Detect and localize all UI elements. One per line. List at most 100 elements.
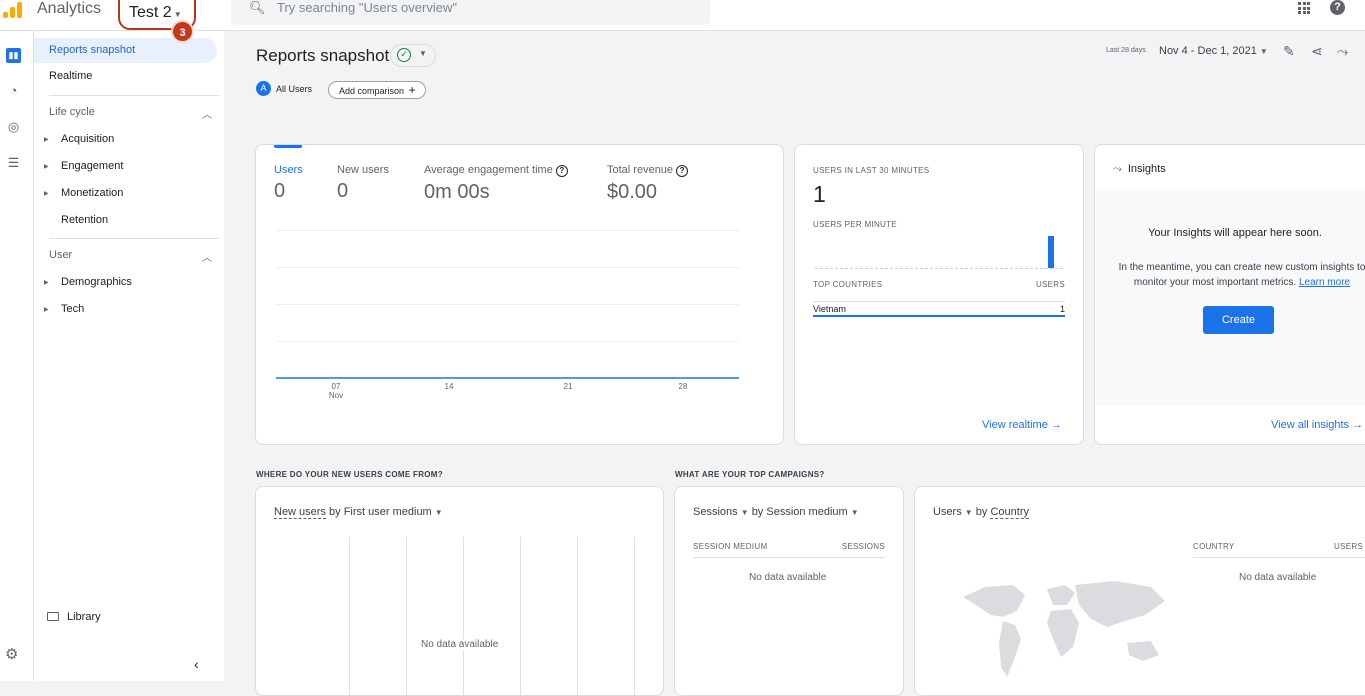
nav-item-reports-snapshot[interactable]: Reports snapshot bbox=[34, 38, 217, 63]
top-countries-label: TOP COUNTRIES bbox=[813, 280, 883, 289]
comparison-avatar: A bbox=[256, 81, 271, 96]
create-insight-button[interactable]: Create bbox=[1203, 306, 1274, 334]
grid-line bbox=[520, 537, 521, 695]
nav-item-engagement[interactable]: ▶ Engagement bbox=[44, 160, 123, 172]
grid-line bbox=[577, 537, 578, 695]
nav-item-tech[interactable]: ▶ Tech bbox=[44, 303, 85, 315]
caret-down-icon: ▼ bbox=[850, 508, 859, 517]
nav-item-retention[interactable]: Retention bbox=[61, 214, 108, 226]
caret-down-icon: ▼ bbox=[740, 508, 749, 517]
nav-item-acquisition[interactable]: ▶ Acquisition bbox=[44, 133, 114, 145]
nav-divider bbox=[49, 95, 219, 96]
explore-icon[interactable]: ◔ bbox=[6, 83, 21, 98]
account-name: Test 2 bbox=[129, 4, 172, 21]
new-users-dimension-selector[interactable]: New users by First user medium ▼ bbox=[274, 506, 443, 519]
metric-tab-users[interactable]: Users 0 bbox=[274, 164, 303, 203]
folder-icon bbox=[47, 612, 59, 621]
chevron-up-icon: ︿ bbox=[202, 110, 212, 121]
metric-selector: New users bbox=[274, 506, 326, 519]
caret-down-icon: ▼ bbox=[964, 508, 973, 517]
share-icon[interactable]: ⋖ bbox=[1311, 43, 1323, 60]
metric-label: Total revenue bbox=[607, 164, 674, 176]
selected-tab-indicator bbox=[274, 145, 302, 148]
insights-card: ⤳ Insights Your Insights will appear here… bbox=[1094, 144, 1365, 445]
learn-more-link[interactable]: Learn more bbox=[1299, 277, 1350, 288]
nav-item-demographics[interactable]: ▶ Demographics bbox=[44, 276, 132, 288]
grid-line bbox=[634, 537, 635, 695]
expand-triangle-icon: ▶ bbox=[44, 191, 49, 197]
country-dimension-selector[interactable]: Users ▼ by Country bbox=[933, 506, 1029, 519]
per-minute-bar bbox=[1047, 236, 1054, 268]
campaigns-card: Sessions ▼ by Session medium ▼ SESSION M… bbox=[674, 486, 904, 696]
nav-section-life-cycle[interactable]: Life cycle ︿ bbox=[49, 106, 212, 121]
arrow-right-icon: → bbox=[1050, 419, 1062, 431]
add-comparison-button[interactable]: Add comparison + bbox=[328, 81, 426, 99]
link-label: View realtime bbox=[982, 419, 1048, 431]
nav-item-library[interactable]: Library bbox=[47, 611, 101, 623]
insights-trend-icon[interactable]: ⤳ bbox=[1337, 43, 1348, 60]
metric-value: 0 bbox=[337, 180, 349, 202]
country-card: Users ▼ by Country COUNTRY USERS No data… bbox=[914, 486, 1365, 696]
view-realtime-link[interactable]: View realtime → bbox=[982, 419, 1062, 431]
x-tick-label: 07 Nov bbox=[328, 382, 344, 400]
arrow-right-icon: → bbox=[1352, 419, 1364, 431]
metric-value: $0.00 bbox=[607, 181, 658, 203]
campaigns-dimension-selector[interactable]: Sessions ▼ by Session medium ▼ bbox=[693, 506, 859, 518]
no-data-text: No data available bbox=[1239, 572, 1317, 583]
nav-item-realtime[interactable]: Realtime bbox=[34, 64, 217, 89]
advertising-icon[interactable]: ◎ bbox=[6, 119, 21, 134]
view-all-insights-link[interactable]: View all insights → bbox=[1271, 419, 1363, 431]
metric-value: 0m 00s bbox=[424, 181, 490, 203]
metric-tab-avg-engagement[interactable]: Average engagement time? 0m 00s bbox=[424, 164, 568, 204]
nav-divider bbox=[49, 238, 219, 239]
metric-value: 0 bbox=[274, 180, 286, 202]
expand-triangle-icon: ▶ bbox=[44, 280, 49, 286]
users-column-label: USERS bbox=[1035, 280, 1065, 289]
table-divider bbox=[693, 557, 885, 558]
nav-item-label: Tech bbox=[61, 303, 85, 315]
nav-item-monetization[interactable]: ▶ Monetization bbox=[44, 187, 124, 199]
check-circle-icon: ✓ bbox=[397, 48, 411, 62]
search-input[interactable]: 🔍︎ Try searching "Users overview" bbox=[231, 0, 710, 25]
nav-section-label: User bbox=[49, 249, 73, 261]
nav-item-label: Monetization bbox=[61, 187, 124, 199]
metric-selector: Sessions bbox=[693, 506, 738, 518]
date-range-text: Nov 4 - Dec 1, 2021 bbox=[1159, 45, 1257, 57]
date-range-picker[interactable]: Nov 4 - Dec 1, 2021 ▼ bbox=[1159, 45, 1268, 57]
country-name: Vietnam bbox=[813, 304, 846, 314]
comparison-chip-all-users[interactable]: A All Users bbox=[256, 81, 312, 99]
metric-label: Users bbox=[274, 164, 303, 176]
configure-icon[interactable]: ☰ bbox=[6, 155, 21, 170]
realtime-card: USERS IN LAST 30 MINUTES 1 USERS PER MIN… bbox=[794, 144, 1084, 445]
country-row[interactable]: Vietnam 1 bbox=[813, 301, 1065, 317]
reports-nav: Reports snapshot Realtime Life cycle ︿ ▶… bbox=[34, 31, 224, 681]
per-minute-label: USERS PER MINUTE bbox=[813, 220, 897, 229]
column-header: SESSIONS bbox=[841, 542, 885, 551]
insights-title: Insights bbox=[1127, 163, 1166, 175]
nav-section-user[interactable]: User ︿ bbox=[49, 249, 212, 264]
metric-label: Average engagement time bbox=[424, 164, 553, 176]
expand-triangle-icon: ▶ bbox=[44, 164, 49, 170]
settings-gear-icon[interactable]: ⚙ bbox=[5, 645, 18, 663]
realtime-title: USERS IN LAST 30 MINUTES bbox=[813, 166, 930, 175]
realtime-value: 1 bbox=[813, 181, 826, 207]
x-tick-label: 28 bbox=[678, 382, 688, 391]
new-users-card: New users by First user medium ▼ No data… bbox=[255, 486, 664, 696]
help-icon[interactable]: ? bbox=[676, 165, 689, 177]
caret-down-icon: ▼ bbox=[173, 10, 182, 19]
help-icon[interactable]: ? bbox=[1330, 0, 1345, 15]
metric-tab-total-revenue[interactable]: Total revenue? $0.00 bbox=[607, 164, 689, 204]
users-line-chart bbox=[276, 377, 739, 379]
analytics-logo-icon[interactable] bbox=[3, 2, 25, 18]
grid-line bbox=[463, 537, 464, 695]
apps-grid-icon[interactable] bbox=[1298, 2, 1310, 14]
x-tick-label: 21 bbox=[563, 382, 573, 391]
help-icon[interactable]: ? bbox=[555, 165, 568, 177]
collapse-nav-chevron-icon[interactable]: ‹ bbox=[194, 656, 199, 672]
reports-icon[interactable]: ▮▮ bbox=[6, 48, 21, 63]
metric-tab-new-users[interactable]: New users 0 bbox=[337, 164, 389, 203]
app-title: Analytics bbox=[37, 0, 102, 17]
customize-report-icon[interactable]: ✎ bbox=[1283, 43, 1295, 60]
dimension-prefix: by bbox=[975, 506, 988, 518]
column-header: COUNTRY bbox=[1193, 542, 1235, 551]
